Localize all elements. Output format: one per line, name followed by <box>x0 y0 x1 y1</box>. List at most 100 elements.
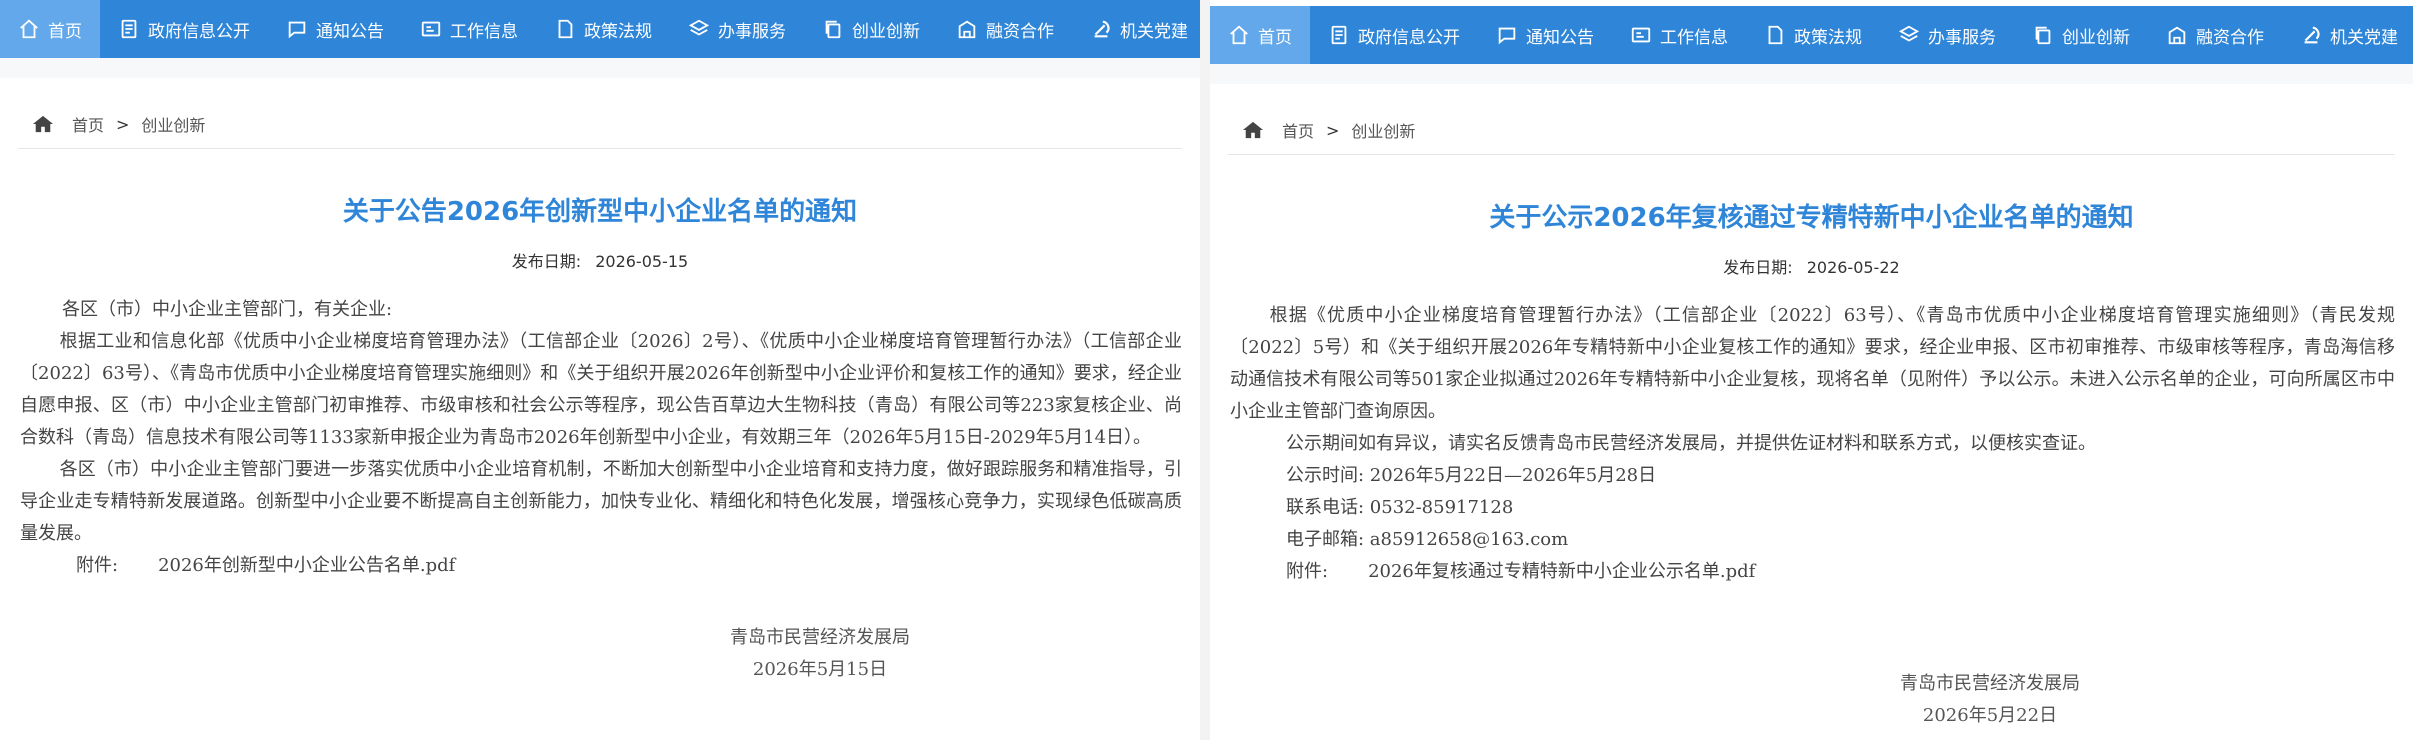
nav-item-gov-info[interactable]: 政府信息公开 <box>100 0 268 58</box>
layers-icon <box>688 18 710 40</box>
nav-item-finance[interactable]: 融资合作 <box>2148 6 2282 64</box>
copy-icon <box>2032 24 2054 46</box>
nav-label: 工作信息 <box>1660 27 1728 48</box>
breadcrumb: 首页 > 创业创新 <box>1228 108 2395 155</box>
home-icon[interactable] <box>32 114 54 134</box>
breadcrumb-current-link[interactable]: 创业创新 <box>141 112 205 136</box>
article-body: 根据《优质中小企业梯度培育管理暂行办法》（工信部企业〔2022〕63号）、《青岛… <box>1230 300 2395 588</box>
top-nav: 首页 政府信息公开 通知公告 工作信息 政策法规 办事服务 创业创新 融资合作 … <box>0 0 1200 58</box>
attachment-label: 附件: <box>76 555 119 576</box>
chat-icon <box>1496 24 1518 46</box>
top-nav: 首页 政府信息公开 通知公告 工作信息 政策法规 办事服务 创业创新 融资合作 … <box>1210 6 2413 64</box>
home-icon[interactable] <box>1242 120 1264 140</box>
right-page: 首页 政府信息公开 通知公告 工作信息 政策法规 办事服务 创业创新 融资合作 … <box>1210 6 2413 746</box>
attachment-row: 附件: 2026年创新型中小企业公告名单.pdf <box>20 550 1182 582</box>
publish-date-value: 2026-05-22 <box>1806 258 1900 277</box>
copy-icon <box>822 18 844 40</box>
nav-item-notices[interactable]: 通知公告 <box>268 0 402 58</box>
building-icon <box>2166 24 2188 46</box>
party-icon <box>2300 24 2322 46</box>
contact-email: 电子邮箱: a85912658@163.com <box>1286 529 1569 550</box>
salutation: 各区（市）中小企业主管部门，有关企业: <box>62 299 393 320</box>
nav-label: 办事服务 <box>718 21 786 42</box>
nav-label: 首页 <box>1258 27 1292 48</box>
signature-org: 青岛市民营经济发展局 <box>1900 673 2080 694</box>
publish-date: 发布日期: 2026-05-22 <box>1210 254 2413 278</box>
breadcrumb-separator: > <box>1326 120 1340 140</box>
party-icon <box>1090 18 1112 40</box>
document-icon <box>1328 24 1350 46</box>
nav-item-services[interactable]: 办事服务 <box>1880 6 2014 64</box>
nav-label: 融资合作 <box>2196 27 2264 48</box>
building-icon <box>956 18 978 40</box>
nav-item-services[interactable]: 办事服务 <box>670 0 804 58</box>
signature-date: 2026年5月22日 <box>1922 705 2058 726</box>
home-icon <box>1228 24 1250 46</box>
nav-label: 机关党建 <box>2330 27 2398 48</box>
card-icon <box>1630 24 1652 46</box>
nav-shadow-strip <box>1210 64 2413 84</box>
nav-item-home[interactable]: 首页 <box>1210 6 1310 64</box>
nav-item-party[interactable]: 机关党建 <box>1072 0 1200 58</box>
nav-label: 通知公告 <box>1526 27 1594 48</box>
attachment-row: 附件: 2026年复核通过专精特新中小企业公示名单.pdf <box>1230 556 2395 588</box>
signature-date: 2026年5月15日 <box>752 659 888 680</box>
nav-item-work-info[interactable]: 工作信息 <box>1612 6 1746 64</box>
breadcrumb-home-link[interactable]: 首页 <box>72 112 104 136</box>
nav-label: 融资合作 <box>986 21 1054 42</box>
nav-label: 政策法规 <box>584 21 652 42</box>
file-icon <box>554 18 576 40</box>
publish-date-label: 发布日期: <box>511 252 582 271</box>
nav-item-work-info[interactable]: 工作信息 <box>402 0 536 58</box>
home-icon <box>18 18 40 40</box>
nav-item-home[interactable]: 首页 <box>0 0 100 58</box>
nav-label: 政府信息公开 <box>1358 27 1460 48</box>
card-icon <box>420 18 442 40</box>
signature-org: 青岛市民营经济发展局 <box>730 627 910 648</box>
nav-label: 通知公告 <box>316 21 384 42</box>
nav-label: 工作信息 <box>450 21 518 42</box>
nav-label: 创业创新 <box>2062 27 2130 48</box>
nav-label: 首页 <box>48 21 82 42</box>
nav-item-innovation[interactable]: 创业创新 <box>2014 6 2148 64</box>
nav-item-party[interactable]: 机关党建 <box>2282 6 2413 64</box>
chat-icon <box>286 18 308 40</box>
attachment-label: 附件: <box>1286 561 1329 582</box>
paragraph: 公示期间如有异议，请实名反馈青岛市民营经济发展局，并提供佐证材料和联系方式，以便… <box>1286 433 2096 454</box>
publish-date: 发布日期: 2026-05-15 <box>0 248 1200 272</box>
breadcrumb-home-link[interactable]: 首页 <box>1282 118 1314 142</box>
left-page: 首页 政府信息公开 通知公告 工作信息 政策法规 办事服务 创业创新 融资合作 … <box>0 0 1200 740</box>
attachment-link[interactable]: 2026年创新型中小企业公告名单.pdf <box>158 555 455 576</box>
publish-date-label: 发布日期: <box>1723 258 1793 277</box>
article-title: 关于公示2026年复核通过专精特新中小企业名单的通知 <box>1489 203 2134 233</box>
nav-label: 创业创新 <box>852 21 920 42</box>
publish-date-value: 2026-05-15 <box>595 252 689 271</box>
nav-item-notices[interactable]: 通知公告 <box>1478 6 1612 64</box>
signature: 青岛市民营经济发展局 2026年5月22日 <box>1690 668 2290 732</box>
breadcrumb-current-link[interactable]: 创业创新 <box>1351 118 1415 142</box>
breadcrumb: 首页 > 创业创新 <box>18 102 1182 149</box>
publicity-period: 公示时间: 2026年5月22日—2026年5月28日 <box>1286 465 1657 486</box>
document-icon <box>118 18 140 40</box>
nav-label: 政府信息公开 <box>148 21 250 42</box>
breadcrumb-separator: > <box>116 114 130 134</box>
nav-item-policy[interactable]: 政策法规 <box>536 0 670 58</box>
article-body: 各区（市）中小企业主管部门，有关企业: 根据工业和信息化部《优质中小企业梯度培育… <box>20 294 1182 582</box>
screenshot-canvas: 首页 政府信息公开 通知公告 工作信息 政策法规 办事服务 创业创新 融资合作 … <box>0 0 2413 746</box>
nav-label: 机关党建 <box>1120 21 1188 42</box>
nav-label: 办事服务 <box>1928 27 1996 48</box>
article-title: 关于公告2026年创新型中小企业名单的通知 <box>342 197 858 227</box>
panel-divider <box>1200 0 1210 740</box>
nav-item-finance[interactable]: 融资合作 <box>938 0 1072 58</box>
paragraph: 根据《优质中小企业梯度培育管理暂行办法》（工信部企业〔2022〕63号）、《青岛… <box>1230 305 2395 422</box>
layers-icon <box>1898 24 1920 46</box>
signature: 青岛市民营经济发展局 2026年5月15日 <box>520 622 1120 686</box>
nav-item-policy[interactable]: 政策法规 <box>1746 6 1880 64</box>
nav-label: 政策法规 <box>1794 27 1862 48</box>
contact-phone: 联系电话: 0532-85917128 <box>1286 497 1514 518</box>
paragraph: 各区（市）中小企业主管部门要进一步落实优质中小企业培育机制，不断加大创新型中小企… <box>20 459 1182 544</box>
nav-shadow-strip <box>0 58 1200 78</box>
attachment-link[interactable]: 2026年复核通过专精特新中小企业公示名单.pdf <box>1368 561 1755 582</box>
nav-item-gov-info[interactable]: 政府信息公开 <box>1310 6 1478 64</box>
nav-item-innovation[interactable]: 创业创新 <box>804 0 938 58</box>
